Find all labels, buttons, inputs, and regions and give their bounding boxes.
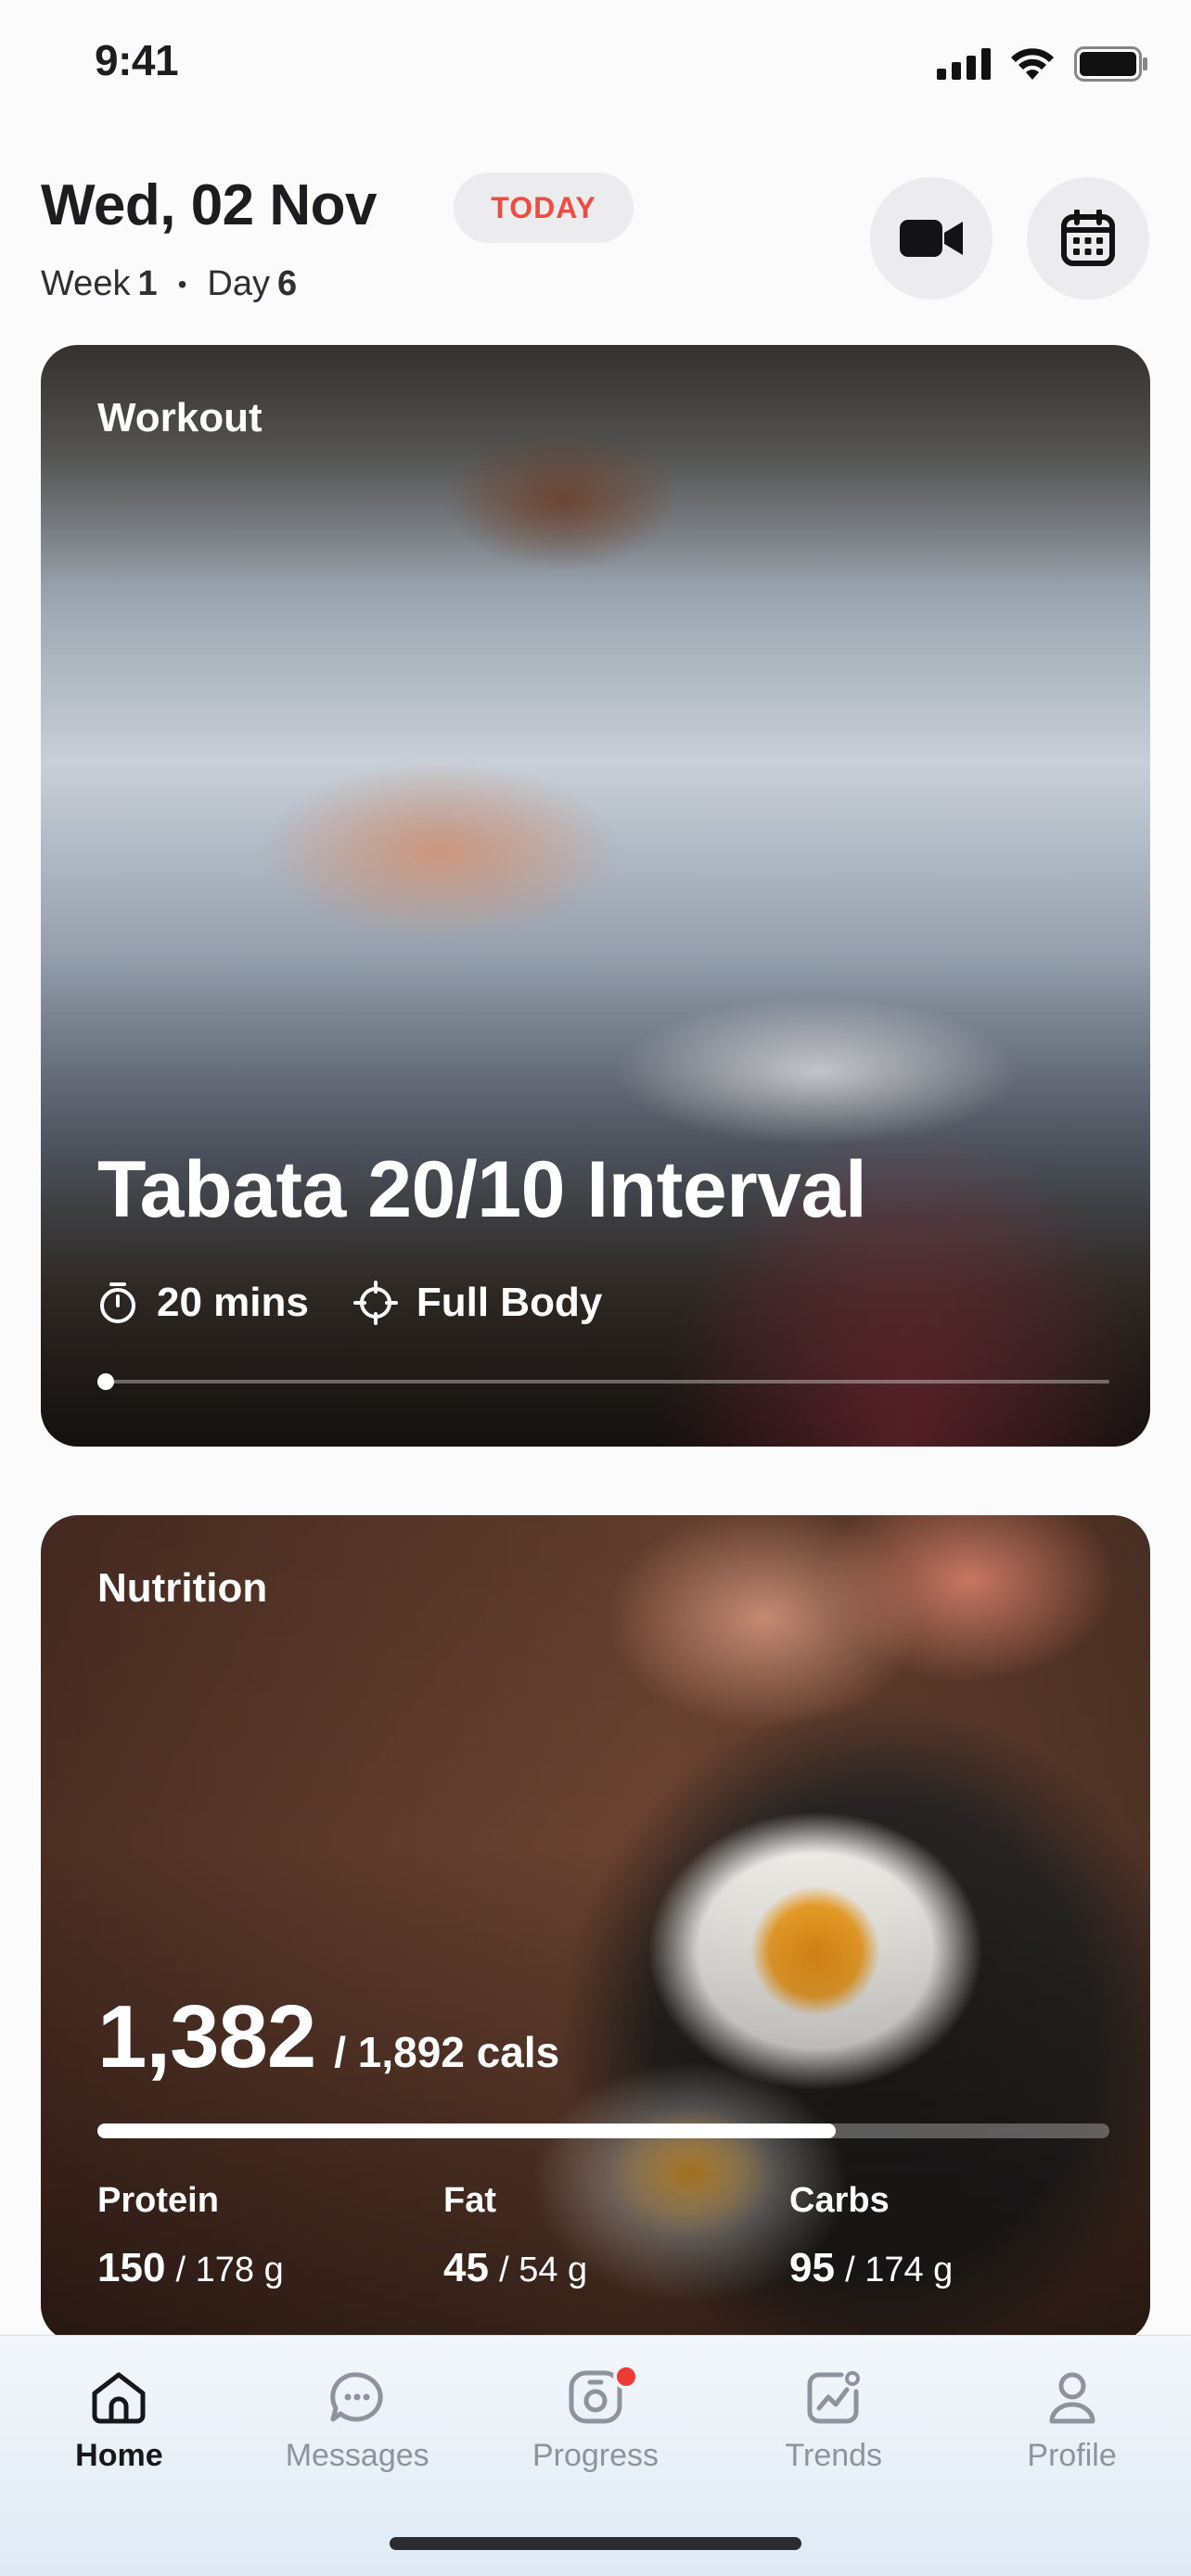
cellular-signal-icon (937, 48, 991, 80)
macro-label: Carbs (789, 2181, 890, 2220)
workout-duration-text: 20 mins (157, 1280, 309, 1325)
calendar-icon (1061, 210, 1115, 266)
macro-amount: 150 (97, 2245, 166, 2290)
wifi-icon (1011, 48, 1054, 80)
tab-progress[interactable]: Progress (477, 2336, 715, 2521)
workout-focus: Full Body (352, 1280, 603, 1326)
tab-label: Messages (285, 2438, 429, 2473)
status-time: 9:41 (95, 36, 179, 84)
home-icon (92, 2372, 146, 2424)
battery-icon (1074, 46, 1147, 82)
calorie-summary: 1,382 / 1,892 cals (97, 1986, 559, 2088)
macro-protein: Protein 150 / 178 g (97, 2181, 443, 2291)
workout-card-label: Workout (97, 395, 263, 440)
macro-value: 95 / 174 g (789, 2245, 1135, 2291)
macro-target: / 174 g (845, 2251, 954, 2289)
workout-title: Tabata 20/10 Interval (97, 1145, 867, 1234)
messages-icon (330, 2372, 383, 2422)
target-crosshair-icon (352, 1281, 398, 1325)
macro-target: / 54 g (499, 2251, 588, 2289)
video-camera-icon (900, 220, 963, 257)
macro-value: 150 / 178 g (97, 2245, 443, 2291)
trends-icon (807, 2371, 860, 2424)
status-bar: 9:41 (0, 0, 1191, 130)
calories-target: / 1,892 cals (334, 2028, 560, 2076)
macro-target: / 178 g (175, 2251, 284, 2289)
week-number: 1 (137, 264, 158, 303)
tab-messages[interactable]: Messages (238, 2336, 477, 2521)
tab-label: Trends (785, 2438, 883, 2473)
macro-amount: 95 (789, 2245, 835, 2290)
macro-amount: 45 (443, 2245, 489, 2290)
video-button[interactable] (870, 177, 992, 300)
nutrition-card[interactable]: Nutrition 1,382 / 1,892 cals Protein 150… (41, 1515, 1150, 2342)
macro-fat: Fat 45 / 54 g (443, 2181, 789, 2291)
tab-home[interactable]: Home (0, 2336, 238, 2521)
tab-trends[interactable]: Trends (714, 2336, 953, 2521)
workout-meta: 20 mins Full Body (97, 1280, 647, 1326)
day-label: Day (207, 264, 270, 303)
stopwatch-icon (100, 1282, 135, 1323)
calorie-progress-fill (97, 2123, 837, 2138)
tab-label: Profile (1027, 2438, 1117, 2473)
macro-label: Fat (443, 2181, 496, 2220)
week-day-indicator: Week 1 • Day 6 (41, 264, 297, 304)
tab-profile[interactable]: Profile (953, 2336, 1191, 2521)
workout-duration: 20 mins (97, 1280, 309, 1326)
page-title-date: Wed, 02 Nov (41, 173, 378, 237)
nutrition-card-label: Nutrition (97, 1565, 268, 1611)
macro-carbs: Carbs 95 / 174 g (789, 2181, 1135, 2291)
home-indicator (390, 2537, 801, 2550)
today-badge[interactable]: TODAY (454, 172, 634, 243)
workout-progress-track (97, 1373, 1109, 1390)
macro-label: Protein (97, 2181, 219, 2220)
tab-label: Home (75, 2438, 163, 2473)
week-label: Week (41, 264, 131, 303)
macro-value: 45 / 54 g (443, 2245, 789, 2291)
workout-progress-indicator (97, 1373, 114, 1390)
workout-card[interactable]: Workout Tabata 20/10 Interval 20 mins Fu… (41, 345, 1150, 1447)
notification-dot (612, 2364, 639, 2390)
calories-consumed: 1,382 (97, 1987, 316, 2086)
calendar-button[interactable] (1027, 177, 1149, 300)
status-icons (937, 46, 1148, 82)
tab-label: Progress (531, 2438, 660, 2473)
calorie-progress-bar (97, 2123, 1109, 2138)
separator-dot: • (177, 269, 187, 299)
macros-row: Protein 150 / 178 g Fat 45 / 54 g Carbs … (97, 2181, 1135, 2291)
day-number: 6 (276, 264, 298, 303)
profile-icon (1049, 2372, 1095, 2424)
workout-focus-text: Full Body (416, 1280, 603, 1325)
